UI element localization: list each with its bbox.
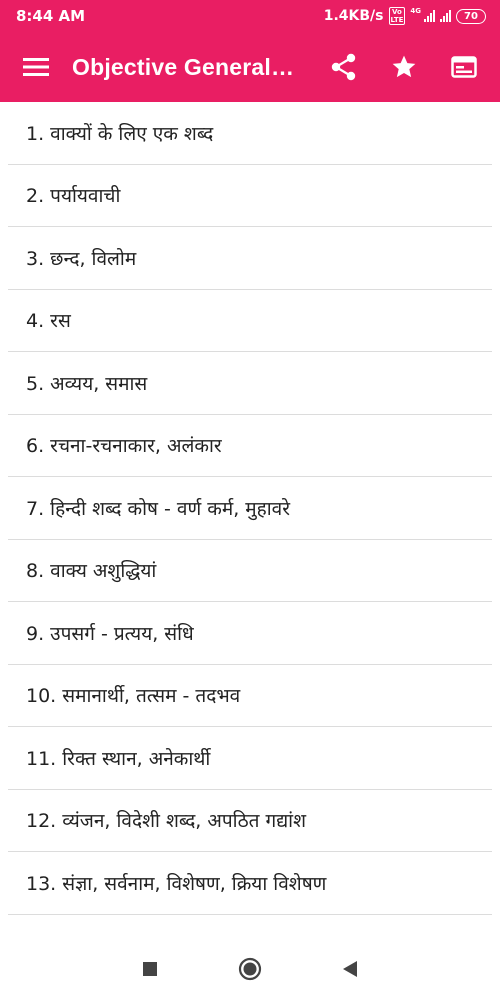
list-item[interactable]: 2. पर्यायवाची [8,165,492,227]
web-button[interactable] [434,32,494,102]
system-nav-bar [0,938,500,1000]
star-icon [392,55,416,78]
share-icon [331,53,356,81]
recents-button[interactable] [130,949,170,989]
favorite-button[interactable] [374,32,434,102]
signal-icon [424,10,435,22]
app-bar: Objective General Hindi [0,32,500,102]
home-button[interactable] [230,949,270,989]
battery-icon: 70 [456,8,486,24]
list-item[interactable]: 1. वाक्यों के लिए एक शब्द [8,102,492,165]
signal-icon-2 [440,10,451,22]
battery-level: 70 [464,10,478,22]
web-icon [451,56,477,78]
list-item[interactable]: 12. व्यंजन, विदेशी शब्द, अपठित गद्यांश [8,790,492,852]
list-item[interactable]: 9. उपसर्ग - प्रत्यय, संधि [8,602,492,665]
list-item[interactable]: 3. छन्द, विलोम [8,227,492,290]
list-item[interactable]: 10. समानार्थी, तत्सम - तदभव [8,665,492,727]
list-item[interactable]: 11. रिक्त स्थान, अनेकार्थी [8,727,492,790]
menu-icon [23,58,49,76]
list-item[interactable]: 5. अव्यय, समास [8,352,492,415]
square-icon [143,962,157,976]
list-item[interactable]: 6. रचना-रचनाकार, अलंकार [8,415,492,477]
menu-button[interactable] [0,32,72,102]
list-item[interactable]: 7. हिन्दी शब्द कोष - वर्ण कर्म, मुहावरे [8,477,492,540]
status-indicators: 1.4KB/s Vo LTE 4G 70 [324,7,486,25]
share-button[interactable] [314,32,374,102]
topic-list: 1. वाक्यों के लिए एक शब्द 2. पर्यायवाची … [0,102,500,938]
list-item[interactable]: 4. रस [8,290,492,352]
list-item[interactable]: 8. वाक्य अशुद्धियां [8,540,492,602]
list-item[interactable]: 13. संज्ञा, सर्वनाम, विशेषण, क्रिया विशे… [8,852,492,915]
app-title: Objective General Hindi [72,53,294,80]
circle-icon [238,957,262,981]
volte-badge: Vo LTE [388,7,406,25]
network-speed: 1.4KB/s [323,8,384,24]
status-time: 8:44 AM [16,7,86,25]
app-bar-actions [314,32,494,102]
status-bar: 8:44 AM 1.4KB/s Vo LTE 4G 70 [0,0,500,32]
back-triangle-icon [343,961,357,977]
back-button[interactable] [330,949,370,989]
network-type: 4G [410,7,421,15]
